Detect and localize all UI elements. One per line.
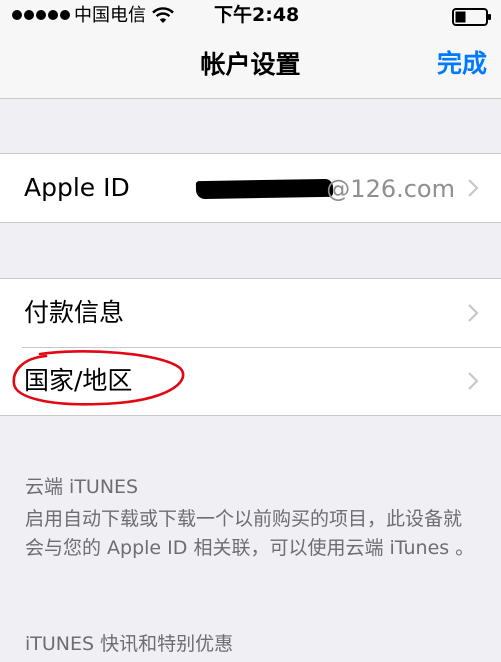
payment-info-label: 付款信息 (24, 298, 125, 327)
settings-group: 付款信息 国家/地区 (0, 278, 501, 416)
redacted-email-mark (195, 178, 334, 200)
chevron-right-icon (468, 179, 479, 197)
page-title: 帐户设置 (200, 50, 301, 79)
status-time: 下午2:48 (214, 4, 300, 26)
done-button[interactable]: 完成 (437, 49, 487, 79)
apple-id-row[interactable]: Apple ID @126.com (0, 154, 501, 222)
battery-icon (452, 8, 491, 26)
itunes-news-header: iTUNES 快讯和特别优惠 (25, 633, 234, 655)
carrier-name: 中国电信 (74, 5, 146, 26)
apple-id-label: Apple ID (24, 173, 130, 202)
payment-info-row[interactable]: 付款信息 (0, 279, 501, 347)
wifi-icon (152, 7, 174, 23)
signal-strength-icon (12, 10, 70, 20)
country-region-label: 国家/地区 (24, 366, 133, 395)
account-settings-screen: 中国电信 下午2:48 帐户设置 完成 Apple ID @126.com 付款… (0, 0, 501, 662)
apple-id-group: Apple ID @126.com (0, 153, 501, 223)
status-bar: 中国电信 下午2:48 (0, 0, 501, 34)
chevron-right-icon (468, 372, 479, 390)
country-region-row[interactable]: 国家/地区 (0, 347, 501, 415)
apple-id-value: @126.com (326, 175, 455, 203)
itunes-cloud-description: 启用自动下载或下载一个以前购买的项目，此设备就会与您的 Apple ID 相关联… (25, 508, 475, 559)
itunes-cloud-header: 云端 iTUNES (25, 476, 139, 498)
navigation-bar: 帐户设置 完成 (0, 34, 501, 99)
chevron-right-icon (468, 304, 479, 322)
